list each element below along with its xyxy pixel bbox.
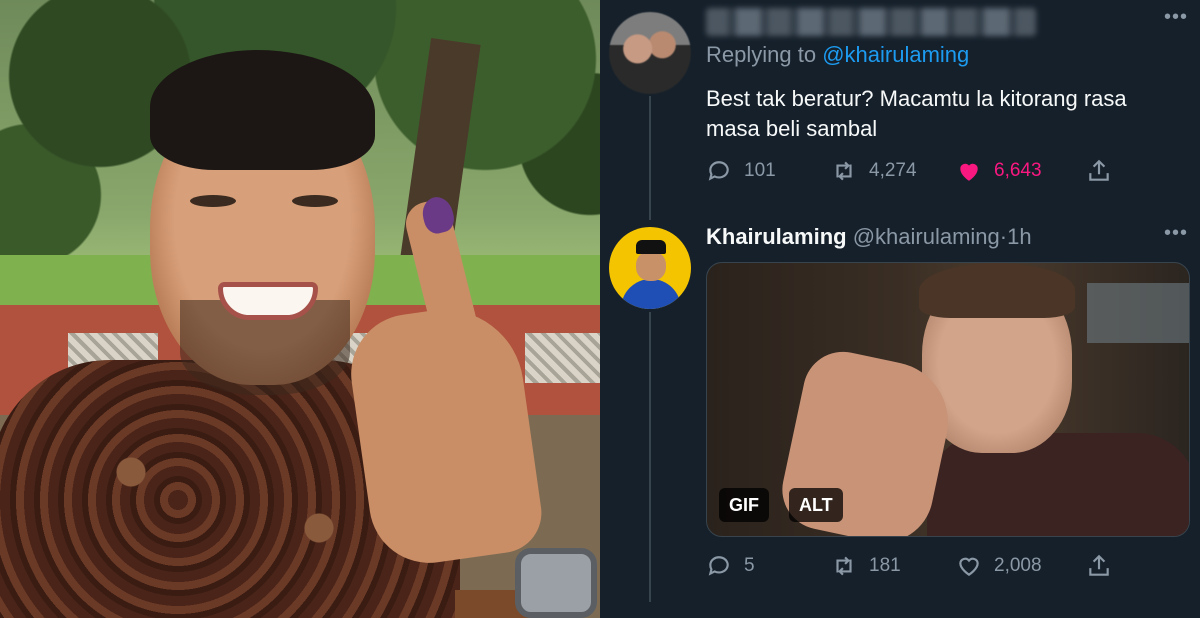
avatar-face (636, 251, 666, 281)
share-button[interactable] (1086, 553, 1126, 579)
gif-media[interactable]: GIF ALT (706, 262, 1190, 537)
hair (150, 50, 375, 170)
thread-connector-line (649, 312, 651, 602)
meta-separator: · (999, 224, 1008, 249)
smile (218, 282, 318, 320)
like-button[interactable]: 2,008 (956, 553, 1086, 579)
reply-text-line: masa beli sambal (706, 116, 878, 141)
retweet-button[interactable]: 4,274 (831, 158, 956, 184)
like-button[interactable]: 6,643 (956, 158, 1086, 184)
tweet-author-line: Khairulaming @khairulaming·1h (706, 224, 1032, 250)
gif-background-window (1087, 283, 1189, 343)
share-icon (1089, 554, 1109, 576)
retweet-count: 4,274 (869, 160, 917, 181)
replying-to-line: Replying to @khairulaming (706, 42, 969, 68)
like-count: 6,643 (994, 160, 1042, 181)
avatar-baju (621, 279, 681, 309)
eye (292, 195, 338, 207)
reply-icon (708, 556, 729, 576)
more-icon[interactable]: ••• (1164, 6, 1188, 29)
retweet-count: 181 (869, 555, 901, 576)
reply-tweet-actions: 101 4,274 6,643 (706, 156, 1136, 186)
reply-author-avatar[interactable] (609, 12, 691, 94)
reply-text-line: Best tak beratur? Macamtu la kitorang ra… (706, 86, 1127, 111)
heart-icon (959, 557, 979, 576)
author-handle[interactable]: @khairulaming (853, 224, 1000, 249)
heart-icon (960, 163, 978, 181)
thread-connector-line (649, 96, 651, 220)
avatar-songkok (636, 240, 666, 254)
reply-count: 101 (744, 160, 776, 181)
gif-man-hair (919, 263, 1075, 318)
like-count: 2,008 (994, 555, 1042, 576)
reply-icon (708, 161, 729, 181)
tweet-timestamp[interactable]: 1h (1007, 224, 1031, 249)
reply-button[interactable]: 101 (706, 158, 831, 184)
tweet-actions: 5 181 2,008 (706, 551, 1136, 581)
reply-button[interactable]: 5 (706, 553, 831, 579)
gif-badge: GIF (719, 488, 769, 522)
retweet-button[interactable]: 181 (831, 553, 956, 579)
wall-vent (525, 333, 600, 383)
author-avatar[interactable] (609, 227, 691, 309)
selfie-photo (0, 0, 600, 618)
replying-to-label: Replying to (706, 42, 817, 67)
reply-count: 5 (744, 555, 755, 576)
alt-badge[interactable]: ALT (789, 488, 843, 522)
more-icon[interactable]: ••• (1164, 222, 1188, 245)
share-button[interactable] (1086, 158, 1126, 184)
reply-tweet-text: Best tak beratur? Macamtu la kitorang ra… (706, 84, 1166, 144)
eye (190, 195, 236, 207)
smartwatch (515, 548, 597, 618)
retweet-icon (836, 161, 852, 181)
author-display-name[interactable]: Khairulaming (706, 224, 847, 249)
share-icon (1089, 159, 1109, 181)
replying-to-handle-link[interactable]: @khairulaming (822, 42, 969, 67)
reply-author-name-blurred[interactable] (706, 8, 1036, 36)
retweet-icon (836, 556, 852, 576)
